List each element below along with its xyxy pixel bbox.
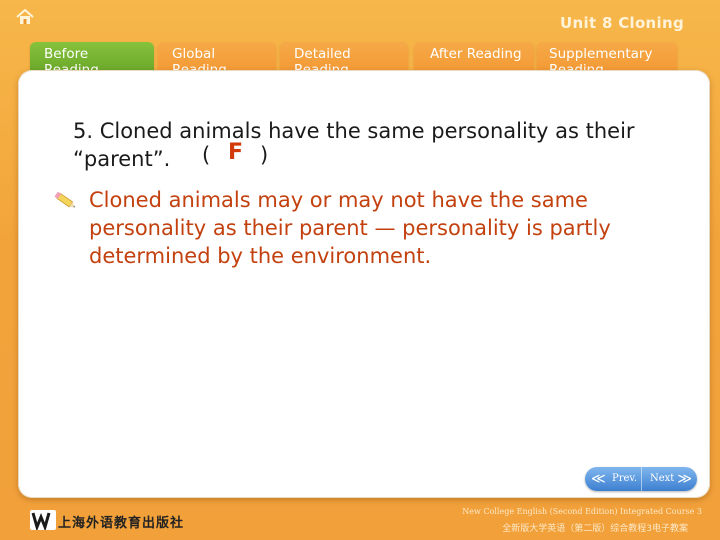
prev-button[interactable]: ≪ Prev. [585, 467, 641, 491]
tab-before-reading[interactable]: Before Reading [30, 42, 154, 72]
explanation-text: Cloned animals may or may not have the s… [89, 188, 611, 268]
tab-label: Before Reading [44, 46, 99, 72]
nav-buttons: ≪ Prev. Next ≫ [585, 467, 697, 491]
next-button[interactable]: Next ≫ [641, 467, 698, 491]
prev-label: Prev. [612, 473, 638, 484]
tab-after-reading[interactable]: After Reading [414, 42, 534, 72]
tab-label: Supplementary Reading [549, 46, 653, 72]
pencil-icon [54, 191, 76, 208]
course-title-en: New College English (Second Edition) Int… [462, 507, 702, 516]
tab-label: Global Reading [172, 46, 227, 72]
course-title-cn: 全新版大学英语（第二版）综合教程3电子教案 [502, 524, 688, 534]
tab-global-reading[interactable]: Global Reading [158, 42, 276, 72]
tab-detailed-reading[interactable]: Detailed Reading [280, 42, 408, 72]
answer-mark[interactable]: F [228, 140, 243, 165]
tab-label: Detailed Reading [294, 46, 351, 72]
answer-paren-open: ( [202, 143, 211, 167]
double-right-arrow-icon: ≫ [677, 471, 692, 487]
question-text: 5. Cloned animals have the same personal… [73, 119, 635, 171]
tab-supplementary-reading[interactable]: Supplementary Reading [537, 42, 677, 72]
home-icon[interactable] [16, 9, 34, 25]
publisher-name: 上海外语教育出版社 [58, 516, 185, 531]
next-label: Next [650, 473, 675, 484]
publisher-logo-icon [30, 510, 56, 530]
tab-label: After Reading [430, 46, 522, 62]
unit-title: Unit 8 Cloning [560, 14, 684, 32]
answer-paren-close: ) [260, 143, 269, 167]
double-left-arrow-icon: ≪ [591, 471, 606, 487]
